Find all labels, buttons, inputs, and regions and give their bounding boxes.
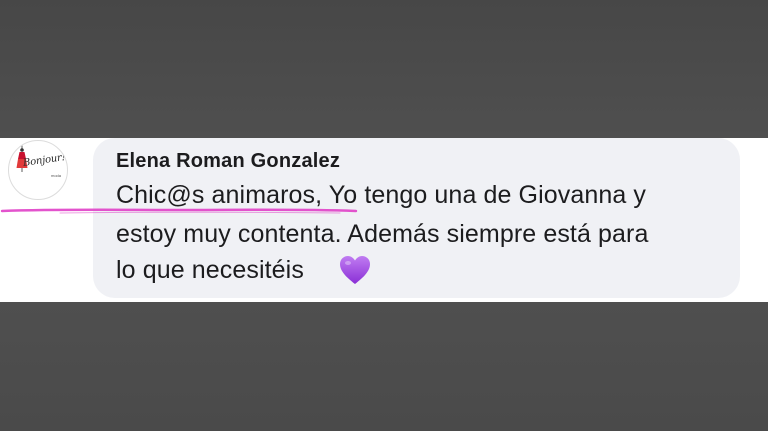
highlight-underline: [0, 208, 358, 214]
comment-text-line-2: estoy muy contenta. Además siempre está …: [116, 220, 649, 248]
purple-heart-icon: [340, 256, 370, 284]
background-bottom: [0, 302, 768, 431]
comment-author[interactable]: Elena Roman Gonzalez: [116, 150, 340, 173]
avatar[interactable]: Bonjour! moda: [8, 140, 68, 200]
background-top: [0, 0, 768, 138]
avatar-subtitle: moda: [51, 173, 62, 178]
comment-text-line-3: lo que necesitéis: [116, 256, 304, 284]
dress-mannequin-icon: [16, 145, 28, 172]
